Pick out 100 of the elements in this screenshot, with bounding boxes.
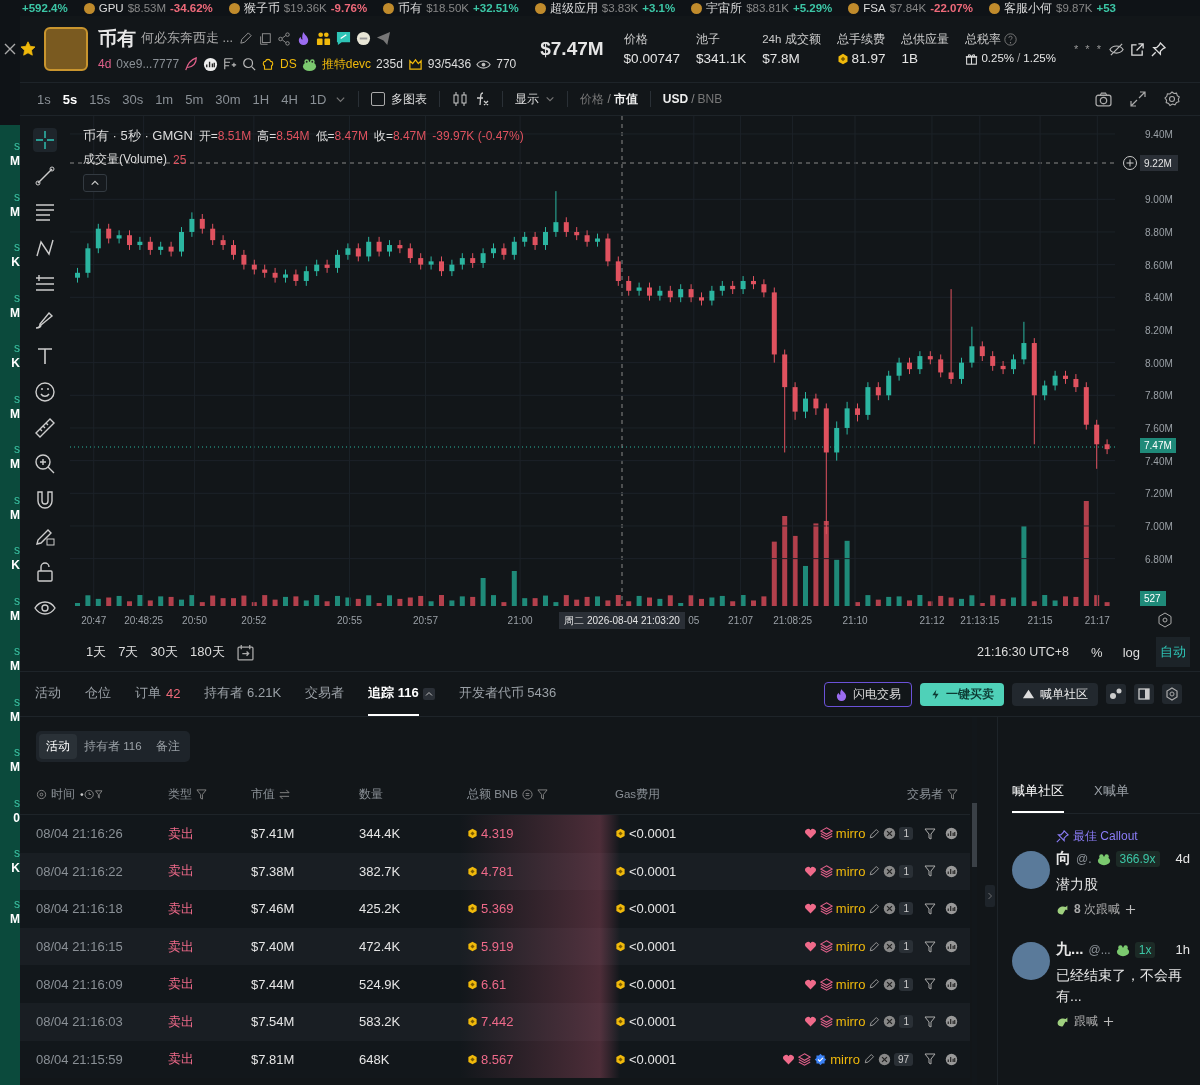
trader-name[interactable]: mirro <box>835 976 866 992</box>
currency-option[interactable]: BNB <box>697 92 723 106</box>
x-axis-label: 21:12 <box>919 615 945 626</box>
range-button[interactable]: 1天 <box>86 643 107 661</box>
gas-fee-cell: <0.0001 <box>629 901 677 917</box>
price-mode-option[interactable]: 价格 <box>580 90 605 108</box>
range-button[interactable]: 7天 <box>118 643 139 661</box>
tab[interactable]: 持有者 6.21K <box>204 672 282 716</box>
ticker-name[interactable]: 币有 <box>398 0 423 16</box>
trader-name[interactable]: mirro <box>835 826 866 842</box>
table-row[interactable]: 08/04 21:16:03 卖出 $7.54M 583.2K 7.442 <0.0001 mirro 1 <box>20 1002 970 1041</box>
trader-name[interactable]: mirro <box>835 901 866 917</box>
view-count: 770 <box>496 57 517 71</box>
community-tab[interactable]: 喊单社区 <box>1012 771 1064 813</box>
interval-tab[interactable]: 30s <box>119 89 147 109</box>
pinned-label: 最佳 Callout <box>1073 828 1138 845</box>
stat-label: 24h 成交额 <box>762 32 821 47</box>
tab[interactable]: 开发者代币 5436 <box>458 672 557 716</box>
ticker-price: $19.36K <box>283 2 327 14</box>
gas-fee-cell: <0.0001 <box>629 976 677 992</box>
trader-name[interactable]: mirro <box>835 863 866 879</box>
stat-value: $0.00747 <box>623 51 680 66</box>
column-header[interactable]: 时间 <box>51 786 75 802</box>
contract-address[interactable]: 0xe9...7777 <box>116 57 180 71</box>
chart-legend-title: 币有 · 5秒 · GMGN <box>83 127 193 145</box>
dev-tag: DS <box>280 57 297 71</box>
interval-tab[interactable]: 5s <box>59 89 81 109</box>
table-row[interactable]: 08/04 21:16:22 卖出 $7.38M 382.7K 4.781 <0.0001 mirro 1 <box>20 852 970 891</box>
timezone-clock[interactable]: 21:16:30 UTC+8 <box>977 645 1070 659</box>
scale-mode-button[interactable]: log <box>1118 638 1144 666</box>
tab[interactable]: 活动 <box>35 672 61 716</box>
column-header[interactable]: 总额 BNB <box>467 786 518 802</box>
trader-name[interactable]: mirro <box>830 1051 860 1067</box>
sub-tab[interactable]: 活动 <box>39 734 77 759</box>
ticker-name[interactable]: 猴子币 <box>243 0 280 16</box>
x-axis-label: 20:50 <box>182 615 208 626</box>
interval-tab[interactable]: 15s <box>86 89 114 109</box>
market-cap-cell-text: $7.81M <box>251 1051 296 1067</box>
scale-mode-button[interactable]: 自动 <box>1156 637 1190 667</box>
ticker-name[interactable]: 客服小何 <box>1004 0 1052 16</box>
trade-type-cell-text: 卖出 <box>168 862 195 881</box>
interval-tab[interactable]: 1m <box>152 89 177 109</box>
list-age: s <box>14 392 20 405</box>
user-name[interactable]: 九... <box>1056 940 1084 959</box>
volume-value: 25 <box>173 152 187 167</box>
table-row[interactable]: 08/04 21:16:15 卖出 $7.40M 472.4K 5.919 <0.0001 mirro 1 <box>20 927 970 966</box>
ticker-name[interactable]: 宇宙所 <box>706 0 743 16</box>
user-name[interactable]: 向 <box>1056 849 1071 868</box>
interval-tab[interactable]: 1s <box>34 89 54 109</box>
sub-tab[interactable]: 持有者 116 <box>77 734 149 759</box>
display-dropdown[interactable]: 显示 <box>515 90 540 108</box>
tab[interactable]: 仓位 <box>85 672 111 716</box>
amount-cell-text: 648K <box>359 1051 391 1067</box>
list-value: M <box>10 761 20 773</box>
currency-option[interactable]: USD <box>662 92 689 106</box>
x-axis-label: 21:10 <box>842 615 868 626</box>
multi-chart-label[interactable]: 多图表 <box>391 90 428 108</box>
community-tab[interactable]: X喊单 <box>1094 771 1129 813</box>
ticker-change: +53 <box>1096 2 1116 14</box>
ticker-name[interactable]: 超级应用 <box>549 0 598 16</box>
scale-mode-button[interactable]: % <box>1087 638 1107 666</box>
range-button[interactable]: 30天 <box>150 643 178 661</box>
trade-type-cell-text: 卖出 <box>168 975 195 994</box>
total-cell: 5.919 <box>481 939 514 955</box>
time-cell-text: 08/04 21:16:26 <box>35 826 124 842</box>
interval-tab[interactable]: 1H <box>249 89 273 109</box>
ticker-name[interactable]: GPU <box>98 2 124 14</box>
interval-tab[interactable]: 4H <box>278 89 301 109</box>
action-button[interactable]: 喊单社区 <box>1012 682 1098 706</box>
masked-balance: * * * <box>1073 43 1103 55</box>
tab[interactable]: 订单 42 <box>135 672 181 716</box>
range-button[interactable]: 180天 <box>189 643 225 661</box>
price-change: -39.97K (-0.47%) <box>432 129 524 143</box>
tab[interactable]: 追踪 116 <box>368 672 419 716</box>
trader-name[interactable]: mirro <box>835 939 866 955</box>
action-button[interactable]: 一键买卖 <box>920 682 1004 706</box>
ticker-name[interactable]: FSA <box>863 2 886 14</box>
list-age: s <box>14 544 20 556</box>
x-axis-label: 21:07 <box>728 615 754 626</box>
column-header: 数量 <box>359 786 383 802</box>
sub-tab[interactable]: 备注 <box>148 734 187 759</box>
ticker-price: $83.81K <box>746 2 789 14</box>
interval-tab[interactable]: 1D <box>306 89 330 109</box>
total-cell: 4.319 <box>481 826 514 842</box>
x-axis-label: 20:57 <box>412 615 438 626</box>
y-axis-label: 7.40M <box>1145 455 1173 467</box>
price-mode-option[interactable]: 市值 <box>613 90 638 108</box>
total-cell: 5.369 <box>481 901 514 917</box>
interval-tab[interactable]: 5m <box>182 89 207 109</box>
interval-tab[interactable]: 30m <box>212 89 244 109</box>
time-cell-text: 08/04 21:15:59 <box>35 1051 124 1067</box>
column-header[interactable]: 市值 <box>251 786 275 802</box>
amount-cell-text: 583.2K <box>359 1014 402 1030</box>
column-header[interactable]: 类型 <box>168 786 192 802</box>
count-badge: 1 <box>899 977 913 991</box>
action-button[interactable]: 闪电交易 <box>824 681 912 707</box>
tab[interactable]: 交易者 <box>305 672 345 716</box>
column-header[interactable]: 交易者 <box>907 786 943 802</box>
trader-name[interactable]: mirro <box>835 1014 866 1030</box>
list-value: M <box>10 660 20 672</box>
